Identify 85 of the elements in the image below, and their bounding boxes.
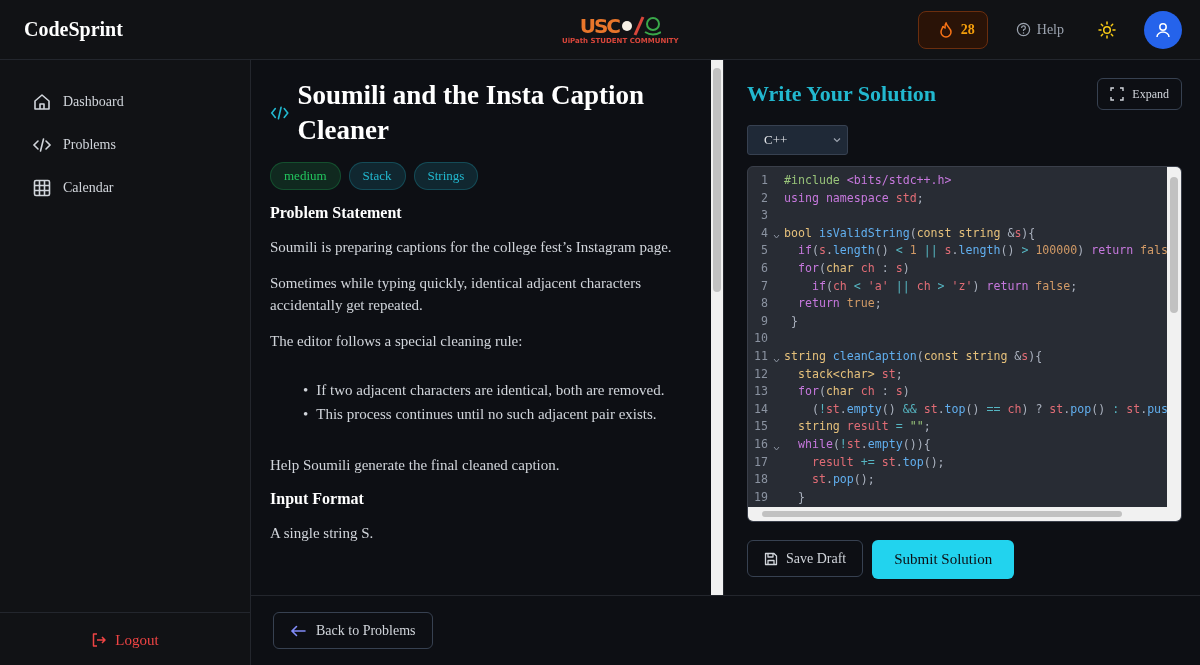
code-editor[interactable] [747,166,1182,522]
sidebar-item[interactable]: Problems [32,133,250,157]
brand-name[interactable]: CodeSprint [24,18,123,41]
line-number: 12 [753,365,768,383]
user-icon [1154,20,1172,39]
line-number: 17 [753,453,768,471]
sun-icon[interactable] [1098,20,1116,39]
code-icon [270,105,290,121]
code-line: stack<char> st; [796,365,903,383]
line-number: 16 [753,435,768,453]
user-avatar[interactable] [1144,10,1182,49]
bullet-item: If two adjacent characters are identical, both are removed. [316,381,665,400]
scrollbar[interactable] [711,60,723,595]
code-line: } [789,312,798,330]
code-line: #include <bits/stdc++.h> [784,172,952,189]
line-number: 1 [760,172,768,189]
paragraph: A single string S. [270,524,375,543]
section-heading: Input Format [270,490,365,508]
fold-chevron-icon[interactable] [772,445,780,451]
line-number: 18 [753,471,768,489]
line-number: 6 [760,259,768,277]
line-number: 5 [760,242,768,260]
line-number: 3 [760,207,768,225]
code-line: while(!st.empty()){ [796,435,931,453]
code-line: for(char ch : s) [796,259,910,277]
line-number: 4 [760,224,768,242]
section-heading: Problem Statement [270,204,403,222]
fold-chevron-icon[interactable] [772,357,780,363]
tag: medium [270,162,341,190]
back-button[interactable]: Back to Problems [273,612,433,649]
logout-icon [91,632,108,648]
bullet-marker: • [303,381,309,400]
code-line: return true; [796,295,882,313]
tag: Stack [348,162,406,190]
paragraph: Soumili is preparing captions for the college fest’s Instagram page. [270,238,673,257]
code-line: (!st.empty() && st.top() == ch) ? st.pop() : st.pus [810,400,1169,418]
line-number: 8 [760,295,768,313]
code-line: string result = ""; [796,418,931,436]
code-icon [32,135,52,155]
code-line: bool isValidString(const string &s){ [784,224,1036,242]
paragraph: Sometimes while typing quickly, identical adjacent characters accidentally get repeated. [270,274,642,315]
fold-chevron-icon[interactable] [772,234,780,240]
problem-title: Soumili and the Insta Caption Cleaner [297,79,646,147]
save-icon [764,551,778,566]
code-line: string cleanCaption(const string &s){ [784,347,1043,365]
code-line: } [796,488,805,506]
line-number: 9 [760,312,768,330]
code-line: result += st.top(); [810,453,945,471]
expand-button[interactable]: Expand [1097,78,1182,110]
sidebar-item[interactable]: Calendar [32,176,250,200]
paragraph: The editor follows a special cleaning rule: [270,332,524,351]
grid-icon [32,178,52,198]
code-line: st.pop(); [810,471,875,489]
chevron-down-icon [833,137,841,143]
expand-icon [1110,87,1125,101]
paragraph: Help Soumili generate the final cleaned caption. [270,456,561,475]
scrollbar[interactable] [748,507,1181,521]
help-button[interactable]: Help [1009,20,1070,39]
language-select[interactable]: C++ [747,125,848,155]
line-number: 7 [760,277,768,295]
line-number: 14 [753,400,768,418]
tag: Strings [413,162,479,190]
line-number: 11 [753,347,768,365]
logout-button[interactable]: Logout [85,630,165,650]
line-number: 2 [760,189,768,207]
bullet-marker: • [303,405,309,424]
flame-icon [938,21,953,38]
section-title: Write Your Solution [747,81,937,107]
sidebar-item[interactable]: Dashboard [32,90,250,114]
line-number: 19 [753,488,768,506]
line-number: 13 [753,383,768,401]
code-line: for(char ch : s) [796,383,910,401]
code-line: using namespace std; [784,189,924,207]
help-icon [1015,22,1031,37]
code-line: if(s.length() < 1 || s.length() > 100000) return fals [796,242,1169,260]
save-draft-button[interactable]: Save Draft [747,540,864,577]
streak-badge[interactable]: 28 [917,10,988,49]
submit-button[interactable]: Submit Solution [872,540,1015,579]
line-number: 15 [753,418,768,436]
arrow-left-icon [290,624,306,637]
bullet-item: This process continues until no such adjacent pair exists. [316,405,657,424]
home-icon [32,92,52,112]
line-number: 10 [753,330,768,348]
scrollbar[interactable] [1167,167,1181,507]
code-line: if(ch < 'a' || ch > 'z') return false; [810,277,1078,296]
